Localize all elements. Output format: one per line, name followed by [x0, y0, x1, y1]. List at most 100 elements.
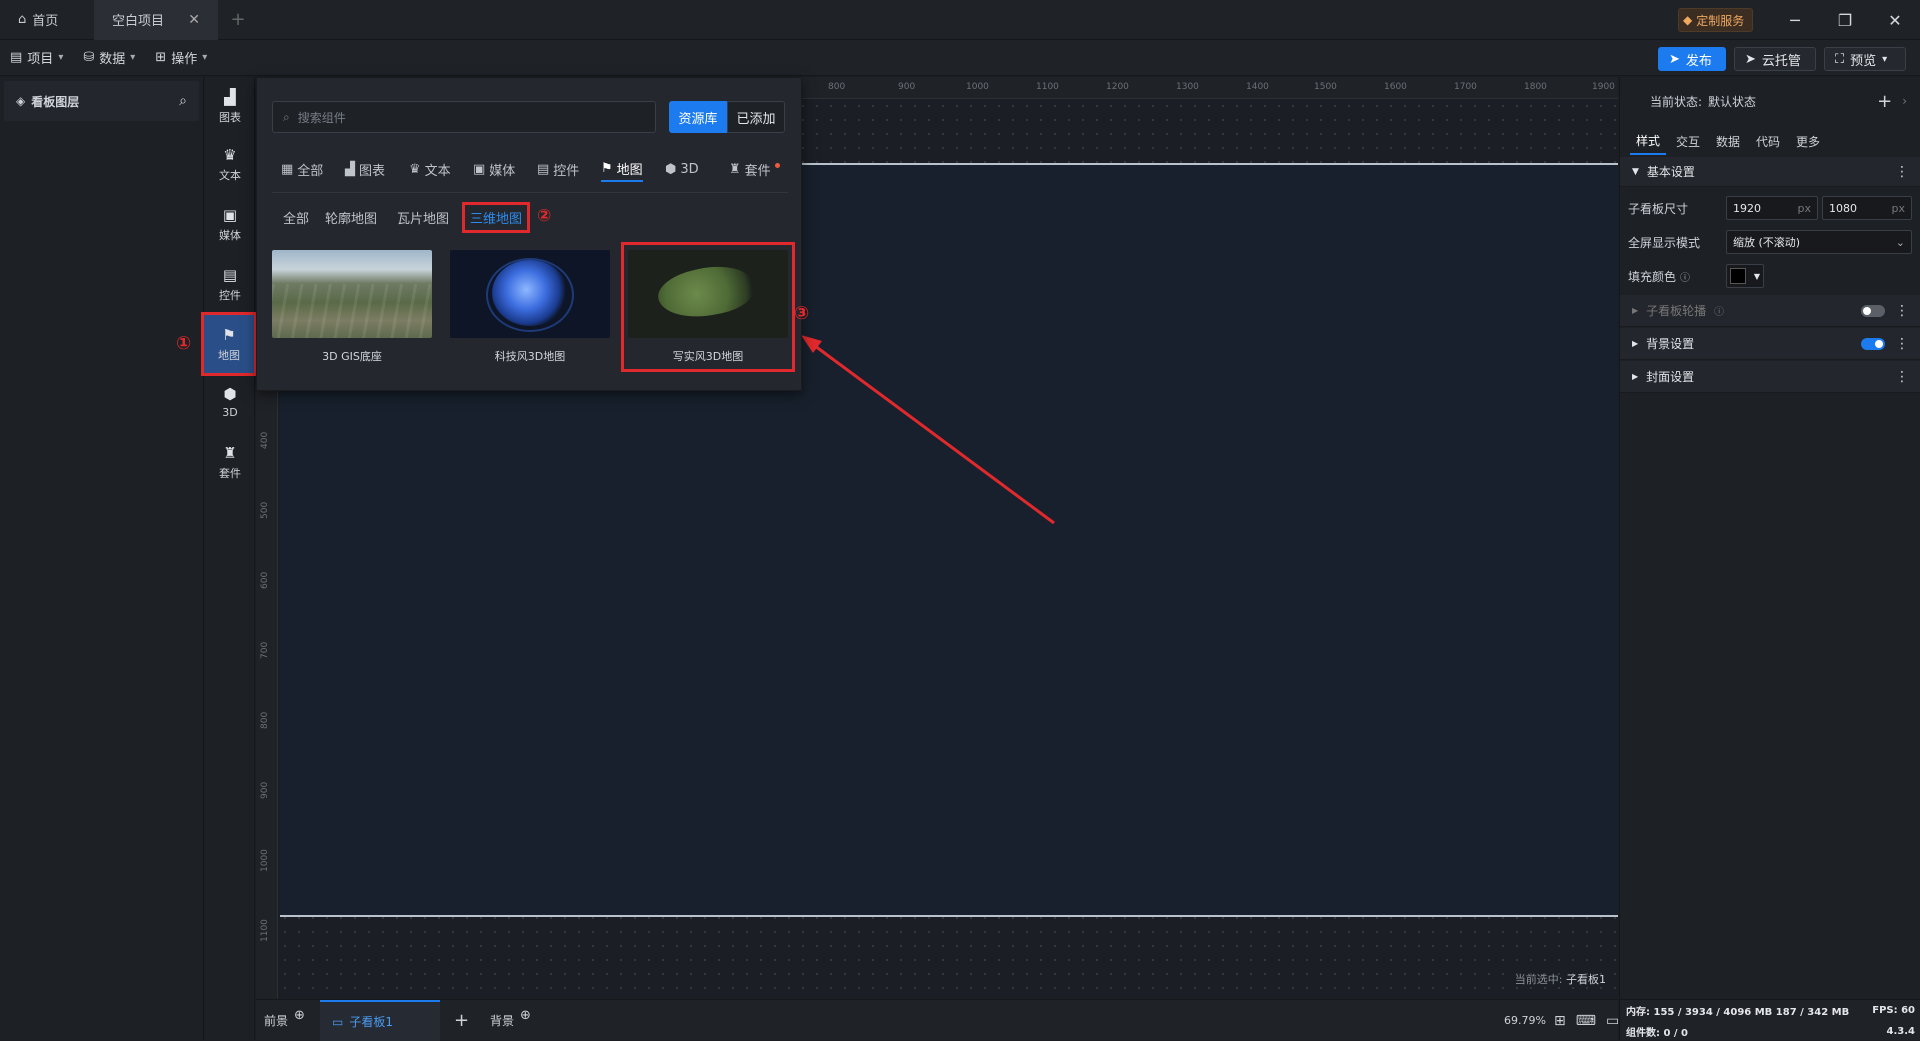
ruler-tick: 1100	[1036, 82, 1059, 92]
carousel-toggle[interactable]	[1861, 304, 1885, 317]
more-vertical-icon[interactable]: ⋮	[1895, 164, 1909, 180]
card-realistic-3d-map-label: 写实风3D地图	[672, 350, 744, 363]
cat-text[interactable]: ♛ 文本	[409, 156, 451, 182]
tab-more[interactable]: 更多	[1790, 127, 1826, 155]
ruler-tick: 1200	[1106, 82, 1129, 92]
minimize-button[interactable]: ─	[1770, 0, 1820, 40]
close-icon[interactable]: ✕	[188, 12, 200, 28]
tab-foreground-label: 前景	[264, 1014, 289, 1028]
help-icon[interactable]: ⓘ	[1714, 303, 1724, 318]
add-tab-button[interactable]: +	[218, 0, 258, 40]
tab-home[interactable]: ⌂ 首页	[0, 0, 94, 40]
tab-style[interactable]: 样式	[1630, 127, 1667, 155]
card-3d-gis-base-label: 3D GIS底座	[322, 350, 382, 363]
section-carousel[interactable]: ▶ 子看板轮播 ⓘ ⋮	[1620, 295, 1920, 327]
section-background[interactable]: ▶ 背景设置 ⋮	[1620, 328, 1920, 360]
search-icon[interactable]: ⌕	[179, 93, 187, 109]
tab-foreground[interactable]: 前景 ⊕	[264, 1000, 305, 1041]
monitor-icon: ▭	[332, 1014, 344, 1029]
status-bar: 内存: 155 / 3934 / 4096 MB 187 / 342 MB FP…	[1620, 999, 1920, 1040]
add-board-button[interactable]: +	[454, 1000, 469, 1041]
category-3d[interactable]: ⬢ 3D	[205, 373, 255, 431]
cat-chart[interactable]: ▟ 图表	[345, 156, 385, 182]
tab-sub-board-1[interactable]: ▭ 子看板1	[320, 1000, 440, 1041]
cat-text-label: 文本	[424, 163, 451, 179]
kit-icon: ♜	[223, 443, 237, 462]
category-kit-label: 套件	[219, 466, 241, 480]
cloud-host-button[interactable]: ➤ 云托管	[1734, 47, 1816, 71]
cat-control-label: 控件	[553, 163, 580, 179]
tab-data[interactable]: 数据	[1710, 127, 1746, 155]
fit-screen-icon[interactable]: ⊞	[1554, 1013, 1566, 1029]
current-selection: 当前选中: 子看板1	[1515, 971, 1606, 987]
notification-dot	[774, 162, 780, 168]
menu-operate[interactable]: ⊞ 操作 ▾	[145, 40, 217, 76]
thumb-3d-gis-base	[272, 250, 432, 338]
fill-color-picker[interactable]: ▼	[1726, 264, 1764, 288]
zoom-level-value: 69.79%	[1504, 1014, 1546, 1027]
ruler-tick: 900	[898, 82, 916, 92]
state-value[interactable]: 默认状态	[1708, 93, 1756, 110]
version: 4.3.4	[1886, 1026, 1915, 1037]
custom-service-button[interactable]: ◆ 定制服务	[1678, 8, 1754, 32]
chevron-right-icon[interactable]: ›	[1902, 94, 1907, 108]
preview-button[interactable]: ⛶ 预览 ▾	[1824, 47, 1906, 71]
tab-library[interactable]: 资源库	[669, 101, 727, 133]
more-vertical-icon[interactable]: ⋮	[1895, 303, 1909, 319]
card-3d-gis-base[interactable]: 3D GIS底座	[272, 250, 432, 364]
section-basic[interactable]: ▼ 基本设置 ⋮	[1620, 157, 1920, 187]
category-kit[interactable]: ♜ 套件	[205, 433, 255, 491]
layers-header: ◈ 看板图层 ⌕	[4, 81, 199, 121]
preview-label: 预览	[1850, 53, 1877, 69]
width-input[interactable]: 1920 px	[1726, 196, 1818, 220]
tab-interaction[interactable]: 交互	[1670, 127, 1706, 155]
cat-map[interactable]: ⚑ 地图	[601, 156, 643, 182]
send-icon: ➤	[1745, 51, 1756, 67]
section-background-label: 背景设置	[1646, 337, 1695, 351]
height-input[interactable]: 1080 px	[1822, 196, 1912, 220]
category-control[interactable]: ▤ 控件	[205, 255, 255, 313]
terminal-icon[interactable]: ▭	[1606, 1013, 1619, 1029]
thumb-realistic-3d-map	[628, 250, 788, 338]
title-bar: ⌂ 首页 空白项目 ✕ +	[0, 0, 1920, 40]
subcat-tile-map[interactable]: 瓦片地图	[397, 208, 449, 227]
plus-icon[interactable]: +	[1877, 91, 1892, 112]
menu-data[interactable]: ⛁ 数据 ▾	[73, 40, 145, 76]
restore-button[interactable]: ❐	[1820, 0, 1870, 40]
category-map[interactable]: ⚑ 地图	[201, 312, 257, 376]
cat-3d[interactable]: ⬢ 3D	[665, 156, 699, 182]
category-chart[interactable]: ▟ 图表	[205, 77, 255, 135]
search-input[interactable]: ⌕ 搜索组件	[272, 101, 656, 133]
help-icon[interactable]: ⓘ	[1680, 269, 1690, 284]
cat-media[interactable]: ▣ 媒体	[473, 156, 515, 182]
card-tech-3d-map[interactable]: 科技风3D地图	[450, 250, 610, 364]
publish-button[interactable]: ➤ 发布	[1658, 47, 1726, 71]
cat-control[interactable]: ▤ 控件	[537, 156, 579, 182]
menu-project[interactable]: ▤ 项目 ▾	[0, 40, 73, 76]
tab-background[interactable]: 背景 ⊕	[490, 1000, 531, 1041]
cat-all[interactable]: ▦ 全部	[281, 156, 323, 182]
subcat-all[interactable]: 全部	[283, 208, 309, 227]
card-realistic-3d-map[interactable]: 写实风3D地图	[628, 250, 788, 364]
tab-added[interactable]: 已添加	[727, 101, 785, 133]
more-vertical-icon[interactable]: ⋮	[1895, 369, 1909, 385]
subcat-3d-map[interactable]: 三维地图	[461, 202, 531, 233]
section-carousel-label: 子看板轮播	[1646, 304, 1707, 318]
close-window-button[interactable]: ✕	[1870, 0, 1920, 40]
zoom-level[interactable]: 69.79%	[1504, 1000, 1546, 1041]
keyboard-icon[interactable]: ⌨	[1576, 1013, 1596, 1029]
tab-blank-project[interactable]: 空白项目 ✕	[94, 0, 218, 40]
category-text[interactable]: ♛ 文本	[205, 135, 255, 193]
section-cover[interactable]: ▶ 封面设置 ⋮	[1620, 361, 1920, 393]
ruler-tick: 1700	[1454, 82, 1477, 92]
subcat-outline-map[interactable]: 轮廓地图	[325, 208, 377, 227]
cat-kit[interactable]: ♜ 套件	[729, 156, 780, 182]
category-media[interactable]: ▣ 媒体	[205, 195, 255, 253]
tab-more-label: 更多	[1796, 134, 1821, 149]
more-vertical-icon[interactable]: ⋮	[1895, 336, 1909, 352]
tab-code[interactable]: 代码	[1750, 127, 1786, 155]
background-toggle[interactable]	[1861, 337, 1885, 350]
add-circle-icon[interactable]: ⊕	[520, 1008, 531, 1023]
add-circle-icon[interactable]: ⊕	[294, 1008, 305, 1023]
fullscreen-select[interactable]: 缩放 (不滚动) ⌄	[1726, 230, 1912, 254]
